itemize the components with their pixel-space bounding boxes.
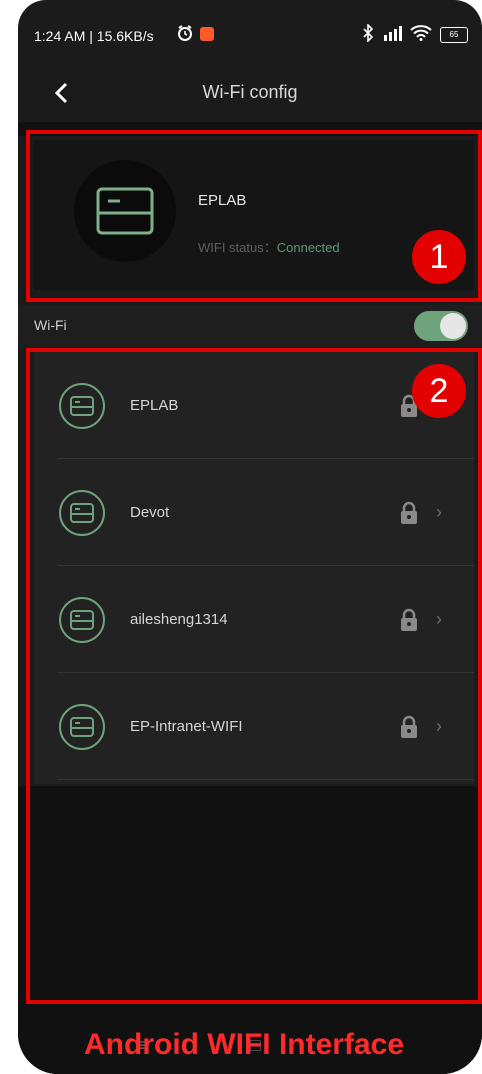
- annotation-badge-2: 2: [412, 364, 466, 418]
- battery-icon: 65: [440, 26, 468, 43]
- alarm-icon: [176, 24, 194, 45]
- annotation-box-1: [26, 130, 482, 302]
- status-icons: 65: [362, 23, 468, 45]
- wifi-toggle[interactable]: [414, 311, 468, 341]
- wifi-icon: [410, 25, 432, 44]
- app-notification-icon: [200, 27, 214, 41]
- wifi-toggle-row: Wi-Fi: [18, 305, 482, 347]
- status-bar: 1:24 AM | 15.6KB/s 65: [18, 0, 482, 66]
- app-header: Wi-Fi config: [18, 66, 482, 122]
- signal-icon: [382, 25, 402, 44]
- wifi-label: Wi-Fi: [34, 317, 67, 333]
- toggle-knob: [440, 313, 466, 339]
- bluetooth-icon: [362, 23, 374, 45]
- page-title: Wi-Fi config: [202, 82, 298, 102]
- annotation-badge-1: 1: [412, 230, 466, 284]
- annotation-caption: Android WIFI Interface: [84, 1028, 405, 1061]
- annotation-box-2: [26, 348, 482, 1004]
- status-time-speed: 1:24 AM | 15.6KB/s: [34, 28, 154, 44]
